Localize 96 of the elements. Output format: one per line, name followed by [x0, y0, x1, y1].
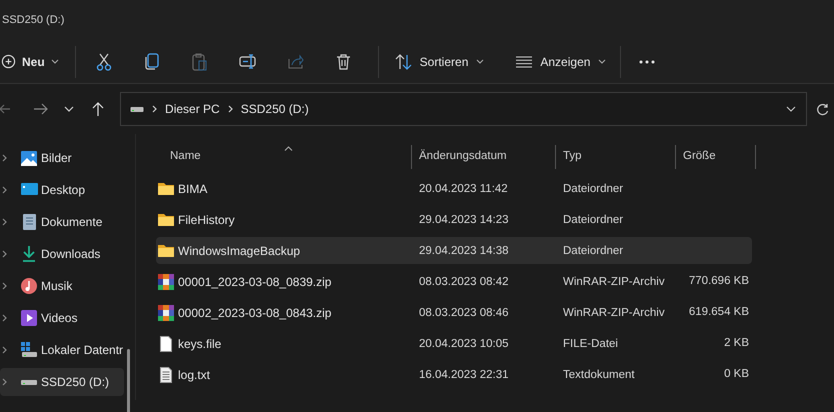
modified-date: 29.04.2023 14:38	[419, 244, 509, 257]
file-type: FILE-Datei	[563, 338, 618, 350]
chevron-down-icon	[786, 106, 796, 112]
sort-button[interactable]: Sortieren	[392, 46, 486, 78]
modified-date: 29.04.2023 14:23	[419, 214, 509, 226]
file-size: 2 KB	[724, 336, 749, 351]
column-header[interactable]: Größe	[683, 148, 716, 166]
file-row[interactable]: WindowsImageBackup 29.04.2023 14:38 Dateiordner	[156, 237, 752, 264]
file-type: Textdokument	[563, 368, 635, 381]
file-row[interactable]: 00001_2023-03-08_0839.zip 08.03.2023 08:42 WinRAR-ZIP-Archiv 770.696 KB	[156, 268, 752, 295]
sidebar-item[interactable]: Dokumente	[0, 208, 124, 236]
list-icon	[516, 56, 532, 68]
file-name: FileHistory	[178, 212, 235, 228]
document-icon	[22, 214, 36, 230]
chevron-right-icon	[152, 105, 158, 113]
chevron-right-icon	[2, 378, 7, 386]
file-name: WindowsImageBackup	[178, 242, 300, 260]
picture-icon	[21, 150, 37, 166]
file-type: Dateiordner	[563, 214, 624, 226]
file-size: 619.654 KB	[688, 304, 749, 320]
scissors-icon	[96, 52, 112, 70]
sidebar-item[interactable]: Musik	[0, 272, 124, 300]
file-name: log.txt	[178, 366, 210, 384]
sidebar-item[interactable]: Bilder	[0, 144, 124, 172]
modified-date: 08.03.2023 08:42	[419, 276, 509, 288]
left-arrow-icon	[0, 103, 10, 115]
drive-icon	[21, 342, 37, 358]
share-icon	[288, 54, 304, 69]
folder-icon	[158, 244, 174, 257]
breadcrumb[interactable]: SSD250 (D:)	[240, 100, 309, 118]
chevron-down-icon	[64, 106, 74, 112]
modified-date: 20.04.2023 11:42	[419, 182, 508, 195]
drive-icon	[21, 378, 37, 386]
file-type: WinRAR-ZIP-Archiv	[563, 306, 665, 319]
up-arrow-icon	[92, 102, 104, 116]
sort-icon	[394, 54, 412, 70]
folder-icon	[158, 182, 174, 195]
modified-date: 16.04.2023 22:31	[419, 368, 509, 381]
chevron-right-icon	[2, 314, 7, 322]
rename-icon	[238, 54, 257, 69]
refresh-icon	[816, 102, 829, 116]
file-size: 0 KB	[724, 366, 749, 382]
monitor-icon	[20, 183, 38, 197]
sidebar-item[interactable]: Downloads	[0, 240, 124, 268]
modified-date: 08.03.2023 08:46	[419, 306, 509, 319]
window-title: SSD250 (D:)	[2, 12, 64, 28]
column-header[interactable]: Name	[170, 148, 201, 166]
address-bar[interactable]: Dieser PC SSD250 (D:)	[120, 92, 807, 126]
file-name: keys.file	[178, 336, 222, 352]
more-icon	[639, 60, 656, 64]
archive-icon	[158, 274, 174, 290]
video-icon	[21, 310, 37, 326]
modified-date: 20.04.2023 10:05	[419, 338, 509, 350]
sidebar-item[interactable]: Lokaler Datentr	[0, 336, 124, 364]
caret-icon	[476, 59, 484, 64]
column-header[interactable]: Änderungsdatum	[419, 148, 507, 166]
file-row[interactable]: 00002_2023-03-08_0843.zip 08.03.2023 08:46 WinRAR-ZIP-Archiv 619.654 KB	[156, 299, 752, 326]
caret-icon	[50, 59, 59, 64]
file-type: WinRAR-ZIP-Archiv	[563, 276, 665, 288]
column-header[interactable]: Typ	[563, 148, 582, 166]
archive-icon	[158, 304, 174, 320]
file-type: Dateiordner	[563, 244, 624, 257]
text-file-icon	[160, 366, 172, 382]
file-name: 00002_2023-03-08_0843.zip	[178, 304, 332, 322]
chevron-right-icon	[2, 282, 7, 290]
right-arrow-icon	[34, 103, 48, 115]
music-icon	[21, 278, 37, 294]
breadcrumb[interactable]: Dieser PC	[165, 100, 220, 118]
chevron-right-icon	[2, 186, 7, 194]
caret-icon	[598, 59, 606, 64]
download-icon	[22, 246, 36, 262]
chevron-right-icon	[2, 154, 7, 162]
file-row[interactable]: keys.file 20.04.2023 10:05 FILE-Datei 2 KB	[156, 330, 752, 357]
sidebar-item[interactable]: Videos	[0, 304, 124, 332]
file-icon	[160, 336, 172, 352]
chevron-right-icon	[228, 105, 233, 113]
trash-icon	[336, 54, 352, 70]
folder-icon	[158, 213, 174, 226]
view-button[interactable]: Anzeigen	[514, 46, 608, 78]
file-type: Dateiordner	[563, 182, 624, 195]
clipboard-icon	[192, 52, 208, 70]
chevron-right-icon	[2, 218, 7, 226]
new-button[interactable]: Neu	[0, 46, 65, 78]
plus-circle-icon	[1, 54, 16, 69]
file-row[interactable]: log.txt 16.04.2023 22:31 Textdokument 0 KB	[156, 361, 752, 388]
chevron-right-icon	[2, 346, 7, 354]
file-row[interactable]: BIMA 20.04.2023 11:42 Dateiordner	[156, 175, 752, 202]
file-size: 770.696 KB	[688, 274, 749, 289]
chevron-right-icon	[2, 250, 7, 258]
sidebar-item[interactable]: Desktop	[0, 176, 124, 204]
copy-icon	[144, 53, 159, 70]
sidebar-item[interactable]: SSD250 (D:)	[0, 368, 124, 396]
file-name: BIMA	[178, 180, 208, 198]
drive-icon	[130, 105, 144, 113]
file-name: 00001_2023-03-08_0839.zip	[178, 274, 332, 290]
file-row[interactable]: FileHistory 29.04.2023 14:23 Dateiordner	[156, 206, 752, 233]
